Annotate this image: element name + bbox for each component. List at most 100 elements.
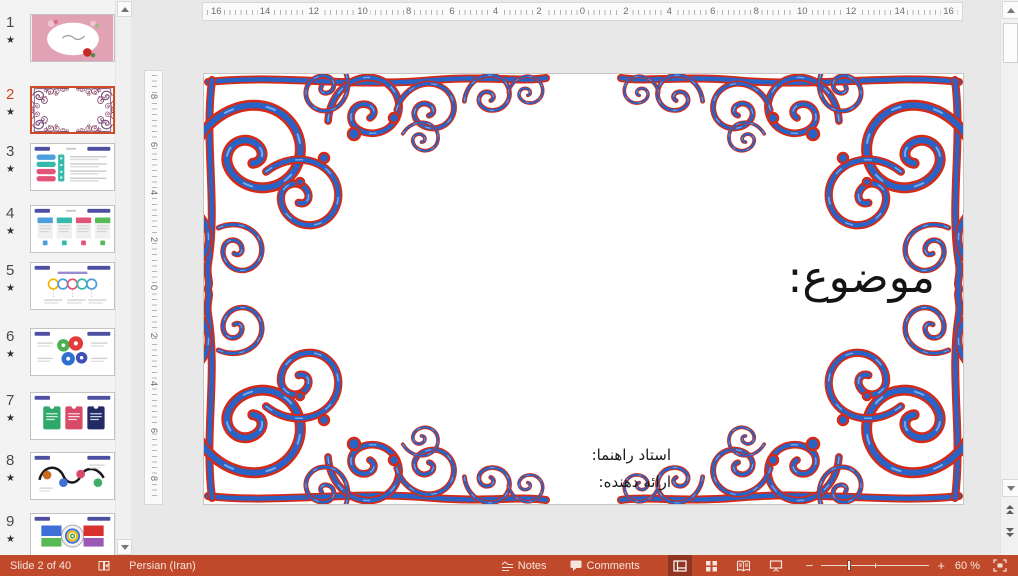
slide-thumbnail[interactable]	[30, 143, 115, 191]
slide-credits-placeholder[interactable]: استاد راهنما: ارائه دهنده:	[592, 442, 671, 496]
spellcheck-button[interactable]	[91, 555, 117, 576]
slide-thumbnail[interactable]	[30, 452, 115, 500]
ruler-number: 4	[148, 380, 159, 385]
slide-number: 9	[6, 513, 14, 530]
presenter-line: ارائه دهنده:	[592, 469, 671, 496]
animation-star-icon: ★	[6, 473, 26, 485]
zoom-slider-midpoint	[875, 563, 876, 568]
thumbnail-slide-9: 9 ★	[0, 513, 115, 555]
slideshow-view-button[interactable]	[764, 555, 788, 576]
thumbnail-slide-4: 4 ★	[0, 205, 115, 257]
ruler-number: 4	[665, 6, 674, 17]
animation-star-icon: ★	[6, 283, 26, 295]
supervisor-line: استاد راهنما:	[592, 442, 671, 469]
spellcheck-book-icon	[97, 559, 111, 572]
scrollbar-thumb[interactable]	[1003, 23, 1018, 63]
slide-thumbnail[interactable]	[30, 14, 115, 62]
animation-star-icon: ★	[6, 35, 26, 47]
slide-sorter-view-button[interactable]	[700, 555, 724, 576]
slide-number: 4	[6, 205, 14, 222]
slide-number: 2	[6, 86, 14, 103]
corner-ornament-top-left	[204, 74, 564, 289]
ruler-number: 8	[404, 6, 413, 17]
slide-thumbnail-selected[interactable]	[30, 86, 115, 134]
panel-scroll-down-button[interactable]	[117, 539, 132, 555]
animation-star-icon: ★	[6, 107, 26, 119]
horizontal-ruler: 16 14 12 10 8 6 4 2 0 2 4 6 8 10 12 14 1…	[202, 2, 963, 21]
zoom-slider[interactable]	[821, 555, 929, 576]
slide-thumbnail[interactable]	[30, 392, 115, 440]
next-slide-button[interactable]	[1003, 524, 1017, 540]
status-bar: Slide 2 of 40 Persian (Iran) Notes	[0, 555, 1018, 576]
arrow-down-icon	[121, 545, 129, 550]
animation-star-icon: ★	[6, 349, 26, 361]
slide-number: 6	[6, 328, 14, 345]
slide-thumbnail[interactable]	[30, 513, 115, 555]
notes-button[interactable]: Notes	[495, 555, 553, 576]
slide-indicator[interactable]: Slide 2 of 40	[4, 555, 77, 576]
slideshow-icon	[769, 559, 783, 572]
ruler-number: 0	[578, 6, 587, 17]
language-indicator[interactable]: Persian (Iran)	[123, 555, 202, 576]
thumbnail-slide-5: 5 ★	[0, 262, 115, 314]
scroll-down-button[interactable]	[1002, 479, 1018, 497]
animation-star-icon: ★	[6, 164, 26, 176]
ruler-number: 2	[148, 333, 159, 338]
thumbnail-slide-8: 8 ★	[0, 452, 115, 504]
normal-view-button[interactable]	[668, 555, 692, 576]
slide-canvas[interactable]: موضوع: استاد راهنما: ارائه دهنده:	[203, 73, 964, 505]
thumbnail-panel-scrollbar[interactable]	[115, 0, 131, 555]
zoom-slider-knob[interactable]	[847, 560, 851, 571]
ruler-number: 6	[148, 142, 159, 147]
ruler-number: 10	[355, 6, 370, 17]
ruler-number: 8	[752, 6, 761, 17]
ruler-number: 2	[534, 6, 543, 17]
vertical-ruler: 8 6 4 2 0 2 4 6 8	[144, 70, 163, 505]
ruler-number: 2	[621, 6, 630, 17]
main-vertical-scrollbar[interactable]	[1000, 0, 1018, 555]
arrow-down-icon	[1007, 486, 1015, 491]
ruler-number: 6	[148, 428, 159, 433]
slide-title-placeholder[interactable]: موضوع:	[788, 252, 935, 303]
zoom-in-button[interactable]: +	[933, 558, 949, 573]
notes-icon	[501, 560, 514, 572]
ruler-number: 0	[148, 285, 159, 290]
scroll-up-button[interactable]	[1002, 1, 1018, 19]
animation-star-icon: ★	[6, 534, 26, 546]
arrow-up-icon	[1007, 8, 1015, 13]
double-chevron-up-icon	[1006, 505, 1014, 509]
ruler-number: 16	[941, 6, 956, 17]
reading-view-button[interactable]	[732, 555, 756, 576]
slide-number: 7	[6, 392, 14, 409]
ruler-number: 12	[844, 6, 859, 17]
ruler-number: 6	[447, 6, 456, 17]
double-chevron-down-icon	[1006, 528, 1014, 532]
double-chevron-down-icon	[1006, 533, 1014, 537]
slide-thumbnail[interactable]	[30, 205, 115, 253]
ruler-number: 14	[892, 6, 907, 17]
slide-number: 1	[6, 14, 14, 31]
language-label: Persian (Iran)	[129, 560, 196, 572]
panel-scroll-up-button[interactable]	[117, 1, 132, 17]
thumbnail-slide-3: 3 ★	[0, 143, 115, 195]
reading-view-icon	[736, 560, 751, 572]
zoom-out-button[interactable]: −	[802, 558, 818, 573]
slide-thumbnail[interactable]	[30, 328, 115, 376]
slide-thumbnail[interactable]	[30, 262, 115, 310]
comments-button[interactable]: Comments	[563, 555, 646, 576]
thumbnail-slide-7: 7 ★	[0, 392, 115, 444]
thumbnail-slide-1: 1 ★	[0, 14, 115, 66]
ruler-number: 8	[148, 476, 159, 481]
notes-label: Notes	[518, 560, 547, 572]
animation-star-icon: ★	[6, 226, 26, 238]
slide-sorter-icon	[705, 560, 718, 572]
normal-view-icon	[673, 560, 687, 572]
slide-number: 5	[6, 262, 14, 279]
comments-label: Comments	[587, 560, 640, 572]
double-chevron-up-icon	[1006, 510, 1014, 514]
fit-slide-to-window-button[interactable]	[988, 555, 1012, 576]
ruler-number: 10	[795, 6, 810, 17]
ruler-number: 4	[491, 6, 500, 17]
zoom-level[interactable]: 60 %	[955, 560, 980, 572]
previous-slide-button[interactable]	[1003, 501, 1017, 517]
